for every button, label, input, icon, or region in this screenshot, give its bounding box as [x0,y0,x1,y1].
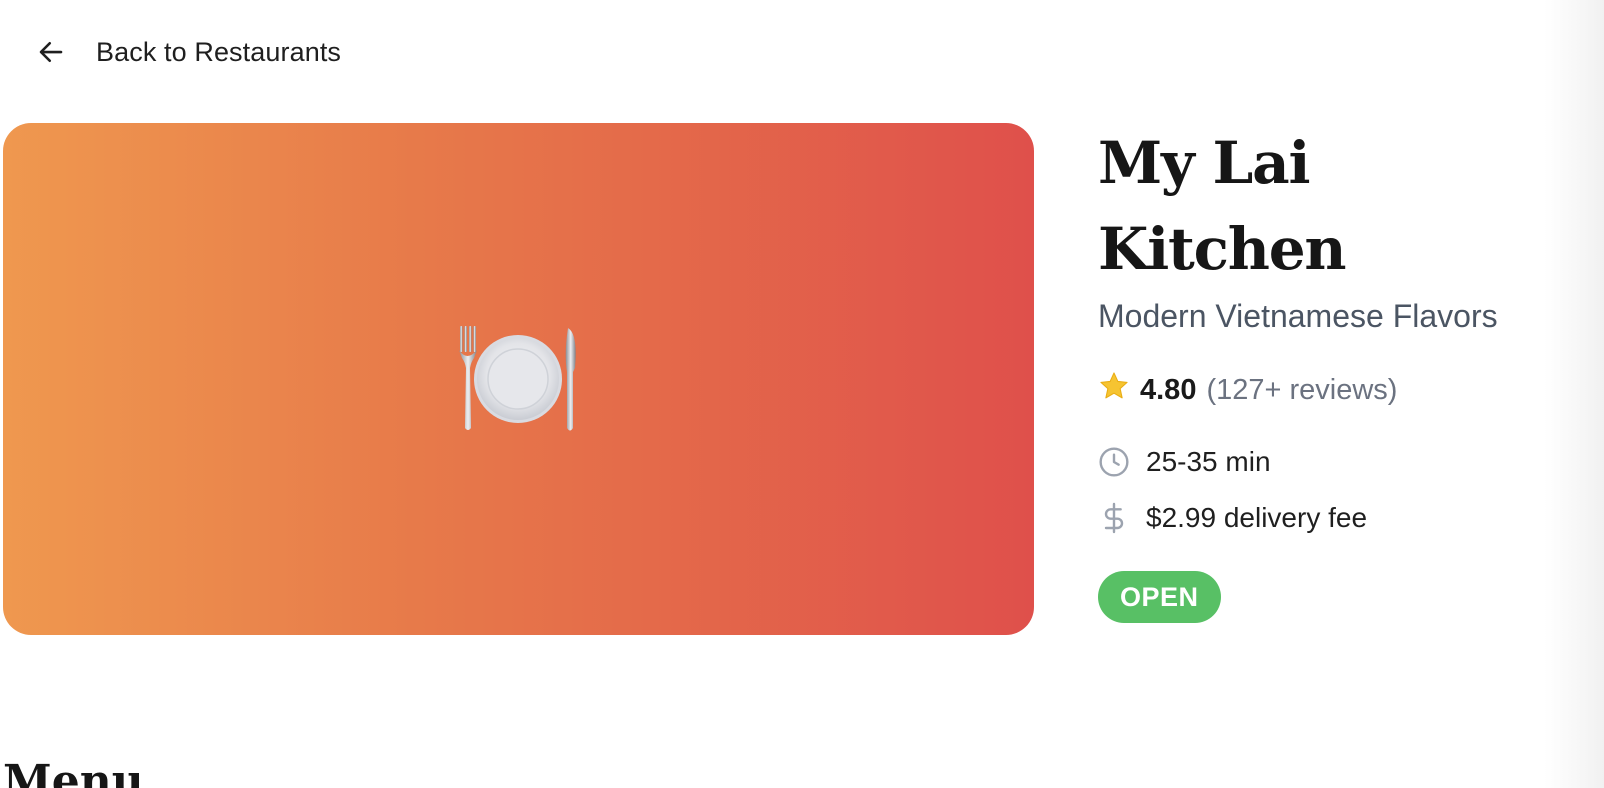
clock-icon [1098,446,1130,478]
menu-heading: Menu [3,756,144,788]
delivery-time: 25-35 min [1098,442,1568,482]
restaurant-name: My Lai Kitchen [1098,129,1347,283]
rating-value: 4.80 [1140,373,1197,406]
back-link-label: Back to Restaurants [96,36,342,67]
fork-knife-plate-icon [454,324,584,434]
review-count: (127+ reviews) [1206,373,1398,406]
arrow-left-icon [36,37,66,67]
restaurant-rating: 4.80 (127+ reviews) [1098,370,1568,410]
delivery-time-text: 25-35 min [1146,446,1271,477]
delivery-fee: $2.99 delivery fee [1098,498,1568,538]
restaurant-tagline: Modern Vietnamese Flavors [1098,298,1498,334]
restaurant-hero-image [3,123,1034,635]
back-to-restaurants-link[interactable]: Back to Restaurants [36,30,341,74]
restaurant-info-panel: My Lai Kitchen Modern Vietnamese Flavors… [1098,120,1568,623]
delivery-fee-text: $2.99 delivery fee [1146,502,1368,533]
status-badge: OPEN [1098,571,1221,623]
star-icon [1098,370,1130,410]
dollar-icon [1098,502,1130,534]
